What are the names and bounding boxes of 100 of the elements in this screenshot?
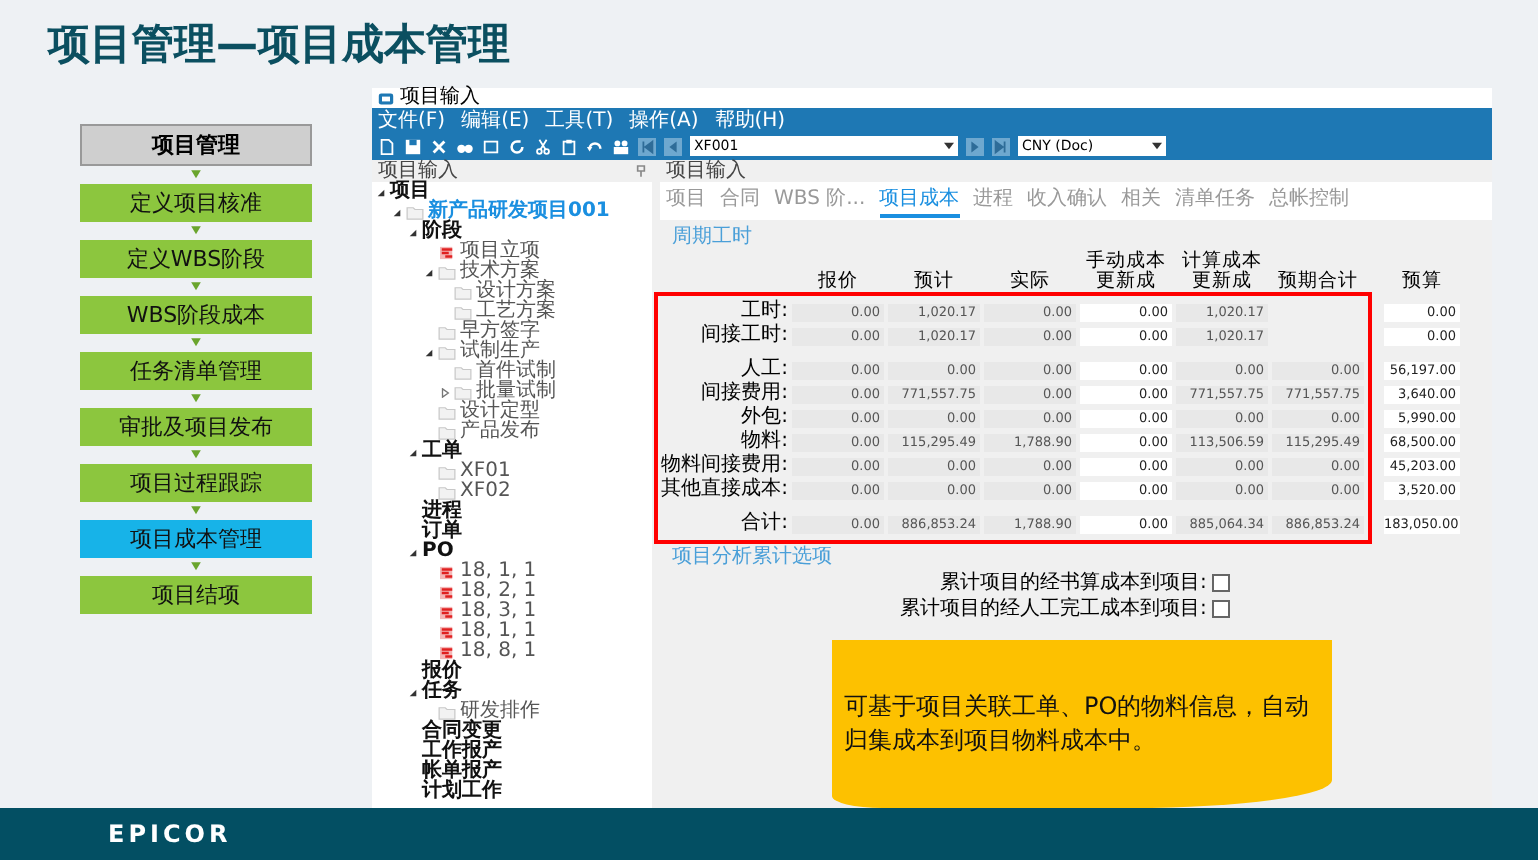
- tree-item[interactable]: 产品发布: [460, 422, 540, 442]
- tree-item[interactable]: 试制生产: [460, 342, 540, 362]
- tree-item[interactable]: 首件试制: [476, 362, 556, 382]
- expanded-triangle-icon[interactable]: [424, 267, 434, 277]
- process-step: 项目结项: [80, 576, 312, 614]
- window-title: 项目输入: [400, 88, 480, 108]
- tree-item[interactable]: PO: [422, 542, 454, 562]
- collapsed-triangle-icon[interactable]: [440, 387, 450, 397]
- menu-item[interactable]: 帮助(H): [714, 109, 786, 131]
- down-arrow-icon: [188, 170, 204, 180]
- menu-item[interactable]: 操作(A): [629, 109, 699, 131]
- tree-item[interactable]: 批量试制: [476, 382, 556, 402]
- tree-item[interactable]: 任务: [422, 682, 462, 702]
- tree-item[interactable]: 项目立项: [460, 242, 540, 262]
- process-step: 定义WBS阶段: [80, 240, 312, 278]
- column-header: 计算成本更新成: [1180, 252, 1264, 292]
- expanded-triangle-icon[interactable]: [408, 227, 418, 237]
- down-arrow-icon: [188, 282, 204, 292]
- tree-item[interactable]: 18, 2, 1: [460, 582, 537, 602]
- document-icon: [438, 245, 456, 259]
- square-icon[interactable]: [482, 137, 500, 155]
- tree-item[interactable]: 计划工作: [422, 782, 502, 802]
- panel-title: 项目输入: [666, 160, 746, 182]
- tree-item[interactable]: 阶段: [422, 222, 462, 242]
- column-header: 实际: [1008, 272, 1052, 292]
- tree-item[interactable]: 帐单报产: [422, 762, 502, 782]
- tree-item[interactable]: XF02: [460, 482, 511, 502]
- process-step: 项目过程跟踪: [80, 464, 312, 502]
- tree-item[interactable]: 设计方案: [476, 282, 556, 302]
- tree-item[interactable]: 进程: [422, 502, 462, 522]
- document-icon: [438, 605, 456, 619]
- tree-item[interactable]: 设计定型: [460, 402, 540, 422]
- expanded-triangle-icon[interactable]: [376, 187, 386, 197]
- row-label: 外包:: [739, 408, 788, 428]
- refresh-icon[interactable]: [508, 137, 526, 155]
- row-label: 间接工时:: [699, 326, 788, 346]
- tree-item[interactable]: 早方签字: [460, 322, 540, 342]
- tree-item[interactable]: 18, 1, 1: [460, 622, 537, 642]
- menu-item[interactable]: 编辑(E): [461, 109, 530, 131]
- row-label: 物料:: [739, 432, 788, 452]
- callout-text: 可基于项目关联工单、PO的物料信息，自动归集成本到项目物料成本中。: [844, 690, 1312, 758]
- tree-item[interactable]: 工单: [422, 442, 462, 462]
- company-logo: EPICOR: [108, 820, 232, 848]
- expanded-triangle-icon[interactable]: [408, 547, 418, 557]
- down-arrow-icon: [188, 394, 204, 404]
- checkbox[interactable]: [1212, 574, 1231, 592]
- checkbox[interactable]: [1212, 600, 1231, 618]
- tree-item[interactable]: 订单: [422, 522, 462, 542]
- save-icon[interactable]: [404, 137, 422, 155]
- down-arrow-icon: [188, 506, 204, 516]
- folder-icon: [406, 205, 424, 219]
- row-label: 间接费用:: [699, 384, 788, 404]
- slide-title: 项目管理—项目成本管理: [48, 18, 510, 72]
- caret-icon: [1152, 142, 1162, 150]
- down-arrow-icon: [188, 338, 204, 348]
- tree-item[interactable]: 18, 3, 1: [460, 602, 537, 622]
- row-label: 工时:: [739, 302, 788, 322]
- column-header: 预计: [912, 272, 956, 292]
- column-header: 手动成本更新成: [1084, 252, 1168, 292]
- expanded-triangle-icon[interactable]: [424, 347, 434, 357]
- row-label: 合计:: [739, 514, 788, 534]
- people-icon[interactable]: [612, 137, 630, 155]
- expanded-triangle-icon[interactable]: [408, 687, 418, 697]
- tree-item[interactable]: 技术方案: [460, 262, 540, 282]
- tree-item[interactable]: 工作报产: [422, 742, 502, 762]
- process-step: 审批及项目发布: [80, 408, 312, 446]
- row-label: 其他直接成本:: [660, 480, 788, 500]
- process-step: 定义项目核准: [80, 184, 312, 222]
- tree-item[interactable]: 研发排作: [460, 702, 540, 722]
- undo-icon[interactable]: [586, 137, 604, 155]
- row-label: 人工:: [739, 360, 788, 380]
- menu-item[interactable]: 工具(T): [545, 109, 614, 131]
- tree-item[interactable]: 18, 1, 1: [460, 562, 537, 582]
- row-label: 物料间接费用:: [660, 456, 788, 476]
- menu-item[interactable]: 文件(F): [378, 109, 446, 131]
- column-header: 预期合计: [1276, 272, 1360, 292]
- option-label: 累计项目的经人工完工成本到项目:: [900, 598, 1207, 620]
- close-icon[interactable]: [430, 137, 448, 155]
- column-header: 报价: [816, 272, 860, 292]
- folder-icon: [438, 705, 456, 719]
- down-arrow-icon: [188, 226, 204, 236]
- clipboard-icon[interactable]: [560, 137, 578, 155]
- expanded-triangle-icon[interactable]: [408, 447, 418, 457]
- tree-item[interactable]: XF01: [460, 462, 511, 482]
- down-arrow-icon: [188, 562, 204, 572]
- column-header: 预算: [1400, 272, 1444, 292]
- process-step: 项目成本管理: [80, 520, 312, 558]
- tab[interactable]: 项目成本: [879, 184, 960, 218]
- tree-item[interactable]: 项目: [390, 182, 430, 202]
- expanded-triangle-icon[interactable]: [392, 207, 402, 217]
- tree-item[interactable]: 18, 8, 1: [460, 642, 537, 662]
- scissors-icon[interactable]: [534, 137, 552, 155]
- new-document-icon[interactable]: [378, 137, 396, 155]
- tree-item[interactable]: 工艺方案: [476, 302, 556, 322]
- process-step: 任务清单管理: [80, 352, 312, 390]
- option-label: 累计项目的经书算成本到项目:: [940, 572, 1207, 594]
- tree-item[interactable]: 合同变更: [422, 722, 502, 742]
- tree-item[interactable]: 报价: [422, 662, 462, 682]
- pin-icon[interactable]: [636, 164, 646, 178]
- document-icon: [438, 565, 456, 579]
